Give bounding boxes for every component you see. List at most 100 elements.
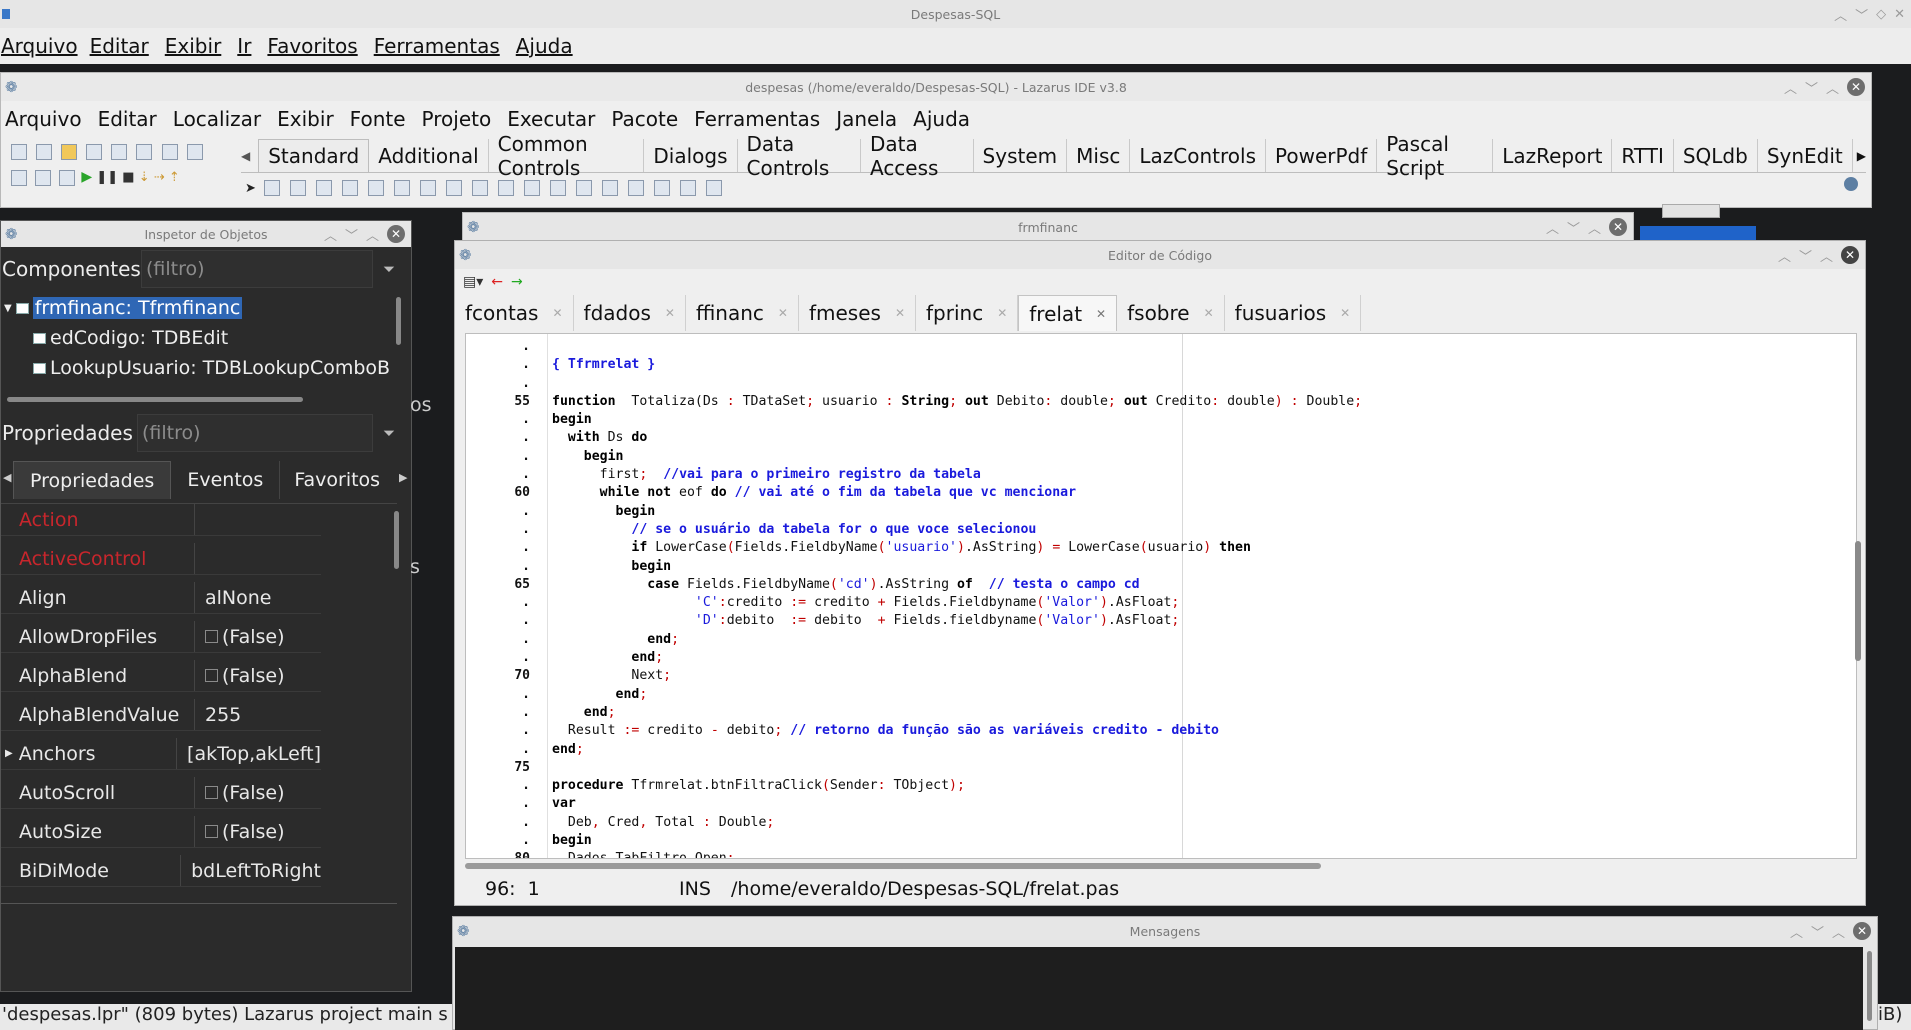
prop-row-activecontrol[interactable]: ActiveControl [1,543,321,575]
save-all-icon[interactable] [111,143,128,160]
prop-value[interactable]: bdLeftToRight [181,860,321,882]
pause-icon[interactable]: ❚❚ [96,170,118,185]
code-vscrollbar[interactable] [1855,541,1861,661]
tab-close-icon[interactable]: ✕ [895,306,905,320]
palette-scroll-right-icon[interactable]: ▶ [1857,149,1866,163]
build-modes-icon[interactable] [59,169,76,186]
outer-menu-ajuda[interactable]: Ajuda [508,34,581,58]
outer-menu-editar[interactable]: Editar [82,34,157,58]
maximize-icon[interactable]: ︿ [1588,218,1601,237]
palette-tab-sqldb[interactable]: SQLdb [1674,139,1758,172]
prop-row-alphablend[interactable]: AlphaBlend (False) [1,660,321,692]
palette-tab-pascal-script[interactable]: Pascal Script [1377,132,1494,180]
tabs-scroll-left-icon[interactable]: ◀ [3,471,11,484]
messages-vscrollbar[interactable] [1867,951,1872,1021]
tmemo-icon[interactable] [393,180,410,196]
maximize-icon[interactable]: ︿ [366,225,379,244]
tcombobox-icon[interactable] [523,180,540,196]
minimize-icon[interactable]: ︿ [324,225,337,244]
stop-icon[interactable]: ■ [122,170,134,185]
ide-menu-projeto[interactable]: Projeto [414,107,500,131]
prop-row-allowdropfiles[interactable]: AllowDropFiles (False) [1,621,321,653]
palette-scroll-left-icon[interactable]: ◀ [241,149,250,163]
tradiogroup-icon[interactable] [601,180,618,196]
prop-row-bidimode[interactable]: BiDiMode bdLeftToRight [1,855,321,887]
ide-menu-fonte[interactable]: Fonte [342,107,414,131]
prop-row-anchors[interactable]: ▶ Anchors [akTop,akLeft] [1,738,321,770]
tcheckbox-icon[interactable] [445,180,462,196]
open-icon[interactable] [61,143,78,160]
editor-tab-fsobre[interactable]: fsobre ✕ [1117,295,1225,331]
minimize-icon[interactable]: ︿ [1778,246,1791,265]
palette-tab-synedit[interactable]: SynEdit [1758,139,1853,172]
tedit-icon[interactable] [367,180,384,196]
maximize-icon[interactable]: ︿ [1826,78,1839,97]
expand-arrow-icon[interactable]: ▶ [5,748,13,759]
tab-close-icon[interactable]: ✕ [1204,306,1214,320]
new-form-icon[interactable] [36,143,53,160]
tframe-icon[interactable] [679,180,696,196]
minimize-icon[interactable]: ︿ [1790,922,1803,941]
restore-icon[interactable]: ﹀ [1811,922,1824,941]
tab-close-icon[interactable]: ✕ [552,306,562,320]
components-filter-input[interactable]: (filtro) [141,250,373,288]
ttogglebox-icon[interactable] [419,180,436,196]
tcheckgroup-icon[interactable] [627,180,644,196]
palette-tab-powerpdf[interactable]: PowerPdf [1266,139,1378,172]
editor-tab-frelat[interactable]: frelat ✕ [1018,295,1118,331]
tab-close-icon[interactable]: ✕ [665,306,675,320]
ide-menu-exibir[interactable]: Exibir [269,107,342,131]
tactionlist-icon[interactable] [705,180,722,196]
close-icon[interactable]: ✕ [1894,7,1905,22]
palette-tab-lazreport[interactable]: LazReport [1493,139,1613,172]
palette-settings-icon[interactable] [1844,177,1858,191]
prop-row-alphablendvalue[interactable]: AlphaBlendValue 255 [1,699,321,731]
tab-close-icon[interactable]: ✕ [1340,306,1350,320]
palette-tab-additional[interactable]: Additional [369,139,489,172]
outer-menu-ir[interactable]: Ir [229,34,259,58]
tab-favoritos[interactable]: Favoritos [280,461,394,499]
ide-menu-ferramentas[interactable]: Ferramentas [686,107,828,131]
tpopupmenu-icon[interactable] [289,180,306,196]
tscrollbar-icon[interactable] [549,180,566,196]
maximize-icon[interactable]: ︿ [1820,246,1833,265]
save-icon[interactable] [86,143,103,160]
prop-row-autoscroll[interactable]: AutoScroll (False) [1,777,321,809]
outer-menu-arquivo[interactable]: Arquivo [0,34,82,58]
checkbox[interactable] [205,630,218,643]
close-icon[interactable]: ✕ [1609,218,1627,236]
tab-close-icon[interactable]: ✕ [997,306,1007,320]
tab-propriedades[interactable]: Propriedades [13,461,172,499]
editor-tab-fcontas[interactable]: fcontas ✕ [461,295,574,331]
editor-menu-icon[interactable]: ▤▾ [463,274,483,290]
palette-tab-rtti[interactable]: RTTI [1612,139,1674,172]
view-forms-icon[interactable] [161,143,178,160]
checkbox[interactable] [205,786,218,799]
code-hscrollbar[interactable] [465,863,1321,869]
tbutton-icon[interactable] [315,180,332,196]
ide-menu-editar[interactable]: Editar [90,107,165,131]
tradiobutton-icon[interactable] [471,180,488,196]
restore-icon[interactable]: ﹀ [1799,246,1812,265]
outer-menu-ferramentas[interactable]: Ferramentas [366,34,508,58]
tree-vscrollbar[interactable] [396,297,401,345]
tlistbox-icon[interactable] [497,180,514,196]
code-area[interactable]: ... 55.... 60.... 65.... 70.... 75.... 80 { Tf… [465,333,1857,859]
editor-tab-fusuarios[interactable]: fusuarios ✕ [1225,295,1362,331]
close-file-icon[interactable] [136,143,153,160]
expand-arrow-icon[interactable]: ▼ [4,303,12,314]
tree-item-root[interactable]: ▼ frmfinanc: Tfrmfinanc [1,293,411,323]
prop-row-align[interactable]: Align alNone [1,582,321,614]
new-unit-icon[interactable] [11,143,27,160]
run-icon[interactable]: ▶ [81,169,92,185]
editor-tab-fdados[interactable]: fdados ✕ [574,295,686,331]
restore-icon[interactable]: ﹀ [1855,5,1868,24]
palette-tab-dialogs[interactable]: Dialogs [644,139,738,172]
prop-value[interactable]: 255 [195,704,241,726]
checkbox[interactable] [205,669,218,682]
maximize-icon[interactable]: ◇ [1876,7,1886,22]
ide-menu-executar[interactable]: Executar [499,107,603,131]
close-icon[interactable]: ✕ [1847,78,1865,96]
tree-item[interactable]: LookupUsuario: TDBLookupComboB [1,353,393,383]
restore-icon[interactable]: ﹀ [1567,218,1580,237]
